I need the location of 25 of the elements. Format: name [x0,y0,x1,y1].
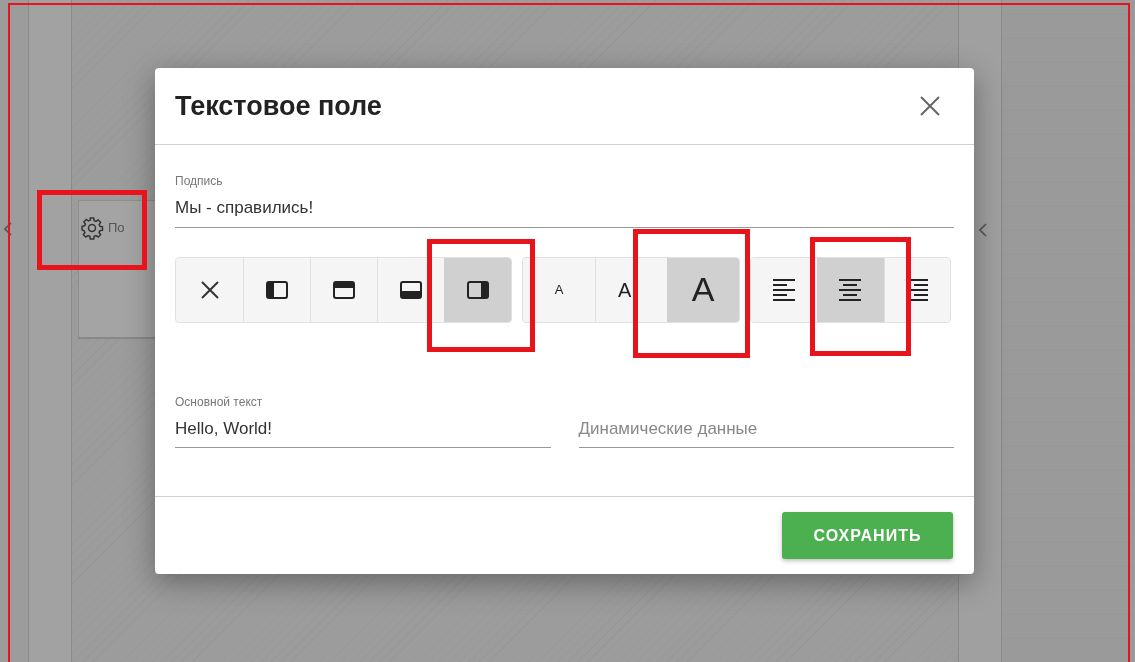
align-center-icon [838,277,863,302]
panel-item-label: По [108,219,125,238]
font-size-button[interactable]: A [667,257,739,322]
close-icon [199,279,220,300]
dynamic-data-field[interactable]: Динамические данные [578,392,954,448]
border-right-icon [466,280,489,299]
field-value: Hello, World! [175,417,273,440]
gear-icon[interactable] [80,216,104,240]
caption-field[interactable]: Подпись Мы - справились! [175,172,954,228]
border-bottom-icon [400,280,422,299]
chevron-left-icon[interactable] [979,223,987,237]
dialog-title: Текстовое поле [175,89,382,123]
chevron-left-icon[interactable] [4,222,12,236]
border-left-icon [266,280,288,299]
close-icon[interactable] [920,96,940,116]
text-align-button[interactable] [883,257,950,322]
border-top-icon [333,280,355,299]
field-label: Подпись [175,173,224,190]
text-align-button[interactable] [817,257,884,322]
align-left-icon [772,277,797,302]
field-label: Основной текст [175,393,264,411]
border-position-button[interactable] [444,257,511,322]
main-text-field[interactable]: Основной текст Hello, World! [175,392,551,448]
field-placeholder: Динамические данные [578,417,759,440]
field-value: Мы - справились! [175,197,315,219]
